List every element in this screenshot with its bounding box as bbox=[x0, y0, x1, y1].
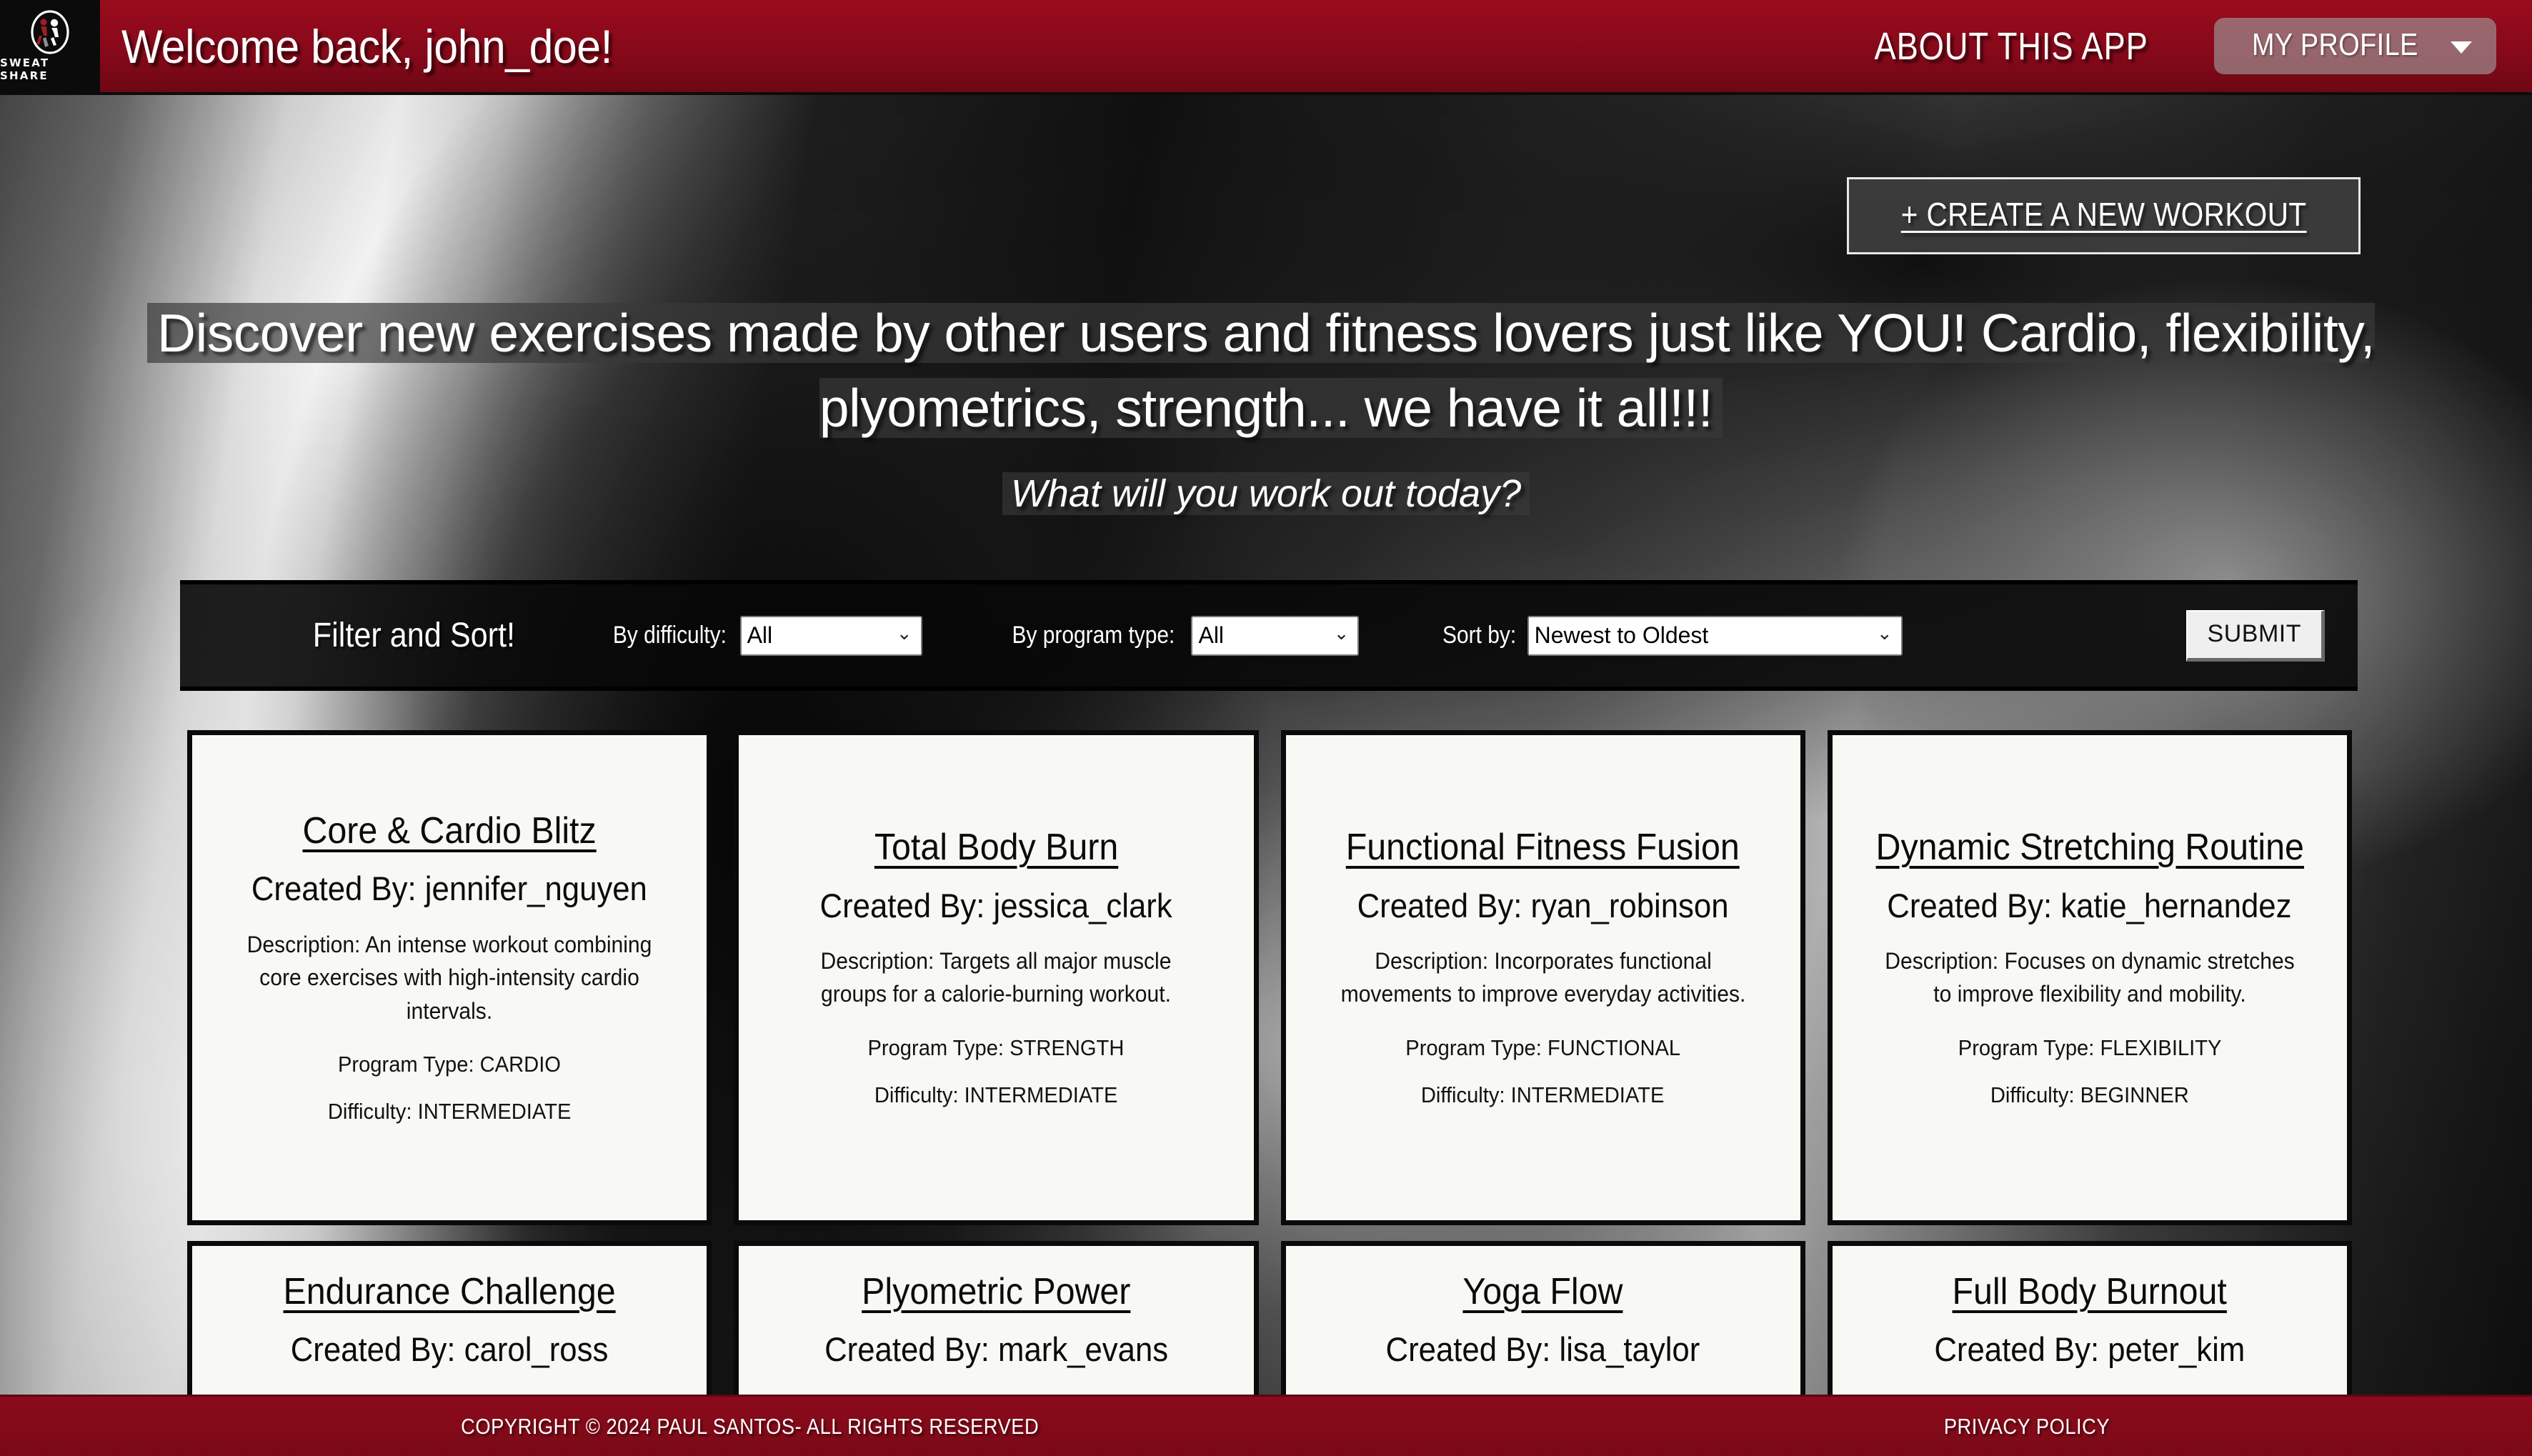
workout-program-type: Program Type: FUNCTIONAL bbox=[1405, 1034, 1681, 1060]
create-new-workout-button[interactable]: + CREATE A NEW WORKOUT bbox=[1846, 177, 2361, 254]
workout-card[interactable]: Total Body Burn Created By: jessica_clar… bbox=[734, 730, 1259, 1225]
workout-description: Description: Targets all major muscle gr… bbox=[820, 947, 1172, 1007]
workout-difficulty: Difficulty: BEGINNER bbox=[1990, 1082, 2189, 1107]
create-workout-row: + CREATE A NEW WORKOUT bbox=[0, 95, 2532, 254]
my-profile-label: MY PROFILE bbox=[2252, 27, 2419, 62]
workout-title[interactable]: Core & Cardio Blitz bbox=[303, 809, 597, 853]
workout-card[interactable]: Endurance Challenge Created By: carol_ro… bbox=[187, 1241, 712, 1395]
about-this-app-link[interactable]: ABOUT THIS APP bbox=[1875, 24, 2148, 69]
brand-name: SWEAT SHARE bbox=[0, 56, 50, 82]
workout-author: Created By: lisa_taylor bbox=[1385, 1330, 1700, 1369]
create-new-workout-label: + CREATE A NEW WORKOUT bbox=[1900, 196, 2307, 233]
workout-program-type: Program Type: STRENGTH bbox=[867, 1034, 1125, 1060]
sort-by-group: Sort by: Newest to OldestOldest to Newes… bbox=[1437, 615, 1903, 656]
workout-description: Description: An intense workout combinin… bbox=[246, 931, 652, 1024]
program-type-filter-label: By program type: bbox=[1012, 622, 1175, 649]
workout-author: Created By: jessica_clark bbox=[819, 886, 1172, 924]
workout-card[interactable]: Dynamic Stretching Routine Created By: k… bbox=[1827, 730, 2352, 1225]
workout-author: Created By: mark_evans bbox=[824, 1330, 1168, 1369]
navbar-right-group: ABOUT THIS APP MY PROFILE bbox=[1848, 18, 2532, 74]
workout-title[interactable]: Total Body Burn bbox=[874, 826, 1118, 869]
workout-author: Created By: ryan_robinson bbox=[1357, 886, 1729, 924]
workout-title[interactable]: Endurance Challenge bbox=[284, 1270, 616, 1314]
copyright-text: COPYRIGHT © 2024 PAUL SANTOS- ALL RIGHTS… bbox=[461, 1413, 1040, 1439]
hero-subtitle: What will you work out today? bbox=[1010, 472, 1522, 515]
hero-headline-wrap: Discover new exercises made by other use… bbox=[0, 296, 2532, 446]
app-page: SWEAT SHARE Welcome back, john_doe! ABOU… bbox=[0, 0, 2532, 1456]
program-type-filter-group: By program type: AllCARDIOSTRENGTHFUNCTI… bbox=[1001, 615, 1360, 656]
workout-title[interactable]: Yoga Flow bbox=[1463, 1270, 1623, 1314]
workout-description: Description: Incorporates functional mov… bbox=[1340, 947, 1745, 1007]
workout-program-type: Program Type: CARDIO bbox=[338, 1051, 562, 1077]
workout-author: Created By: jennifer_nguyen bbox=[251, 869, 648, 908]
filter-bar-title: Filter and Sort! bbox=[312, 617, 516, 654]
difficulty-filter-label: By difficulty: bbox=[612, 622, 727, 649]
page-footer: COPYRIGHT © 2024 PAUL SANTOS- ALL RIGHTS… bbox=[0, 1395, 2532, 1456]
workout-card[interactable]: Functional Fitness Fusion Created By: ry… bbox=[1280, 730, 1805, 1225]
submit-button[interactable]: SUBMIT bbox=[2185, 609, 2325, 662]
difficulty-select-wrap: AllBEGINNERINTERMEDIATEADVANCED ⌄ bbox=[739, 615, 922, 656]
workout-card[interactable]: Core & Cardio Blitz Created By: jennifer… bbox=[187, 730, 712, 1225]
hero-subtitle-wrap: What will you work out today? bbox=[0, 472, 2532, 516]
workout-author: Created By: peter_kim bbox=[1934, 1330, 2246, 1369]
workout-description: Description: Focuses on dynamic stretche… bbox=[1885, 947, 2295, 1007]
workout-title[interactable]: Full Body Burnout bbox=[1953, 1270, 2227, 1314]
workout-card[interactable]: Full Body Burnout Created By: peter_kim … bbox=[1827, 1241, 2352, 1395]
workout-description: Description: Focuses on explosive bbox=[833, 1389, 1159, 1395]
filter-and-sort-bar: Filter and Sort! By difficulty: AllBEGIN… bbox=[180, 580, 2358, 691]
difficulty-filter-group: By difficulty: AllBEGINNERINTERMEDIATEAD… bbox=[605, 615, 922, 656]
workout-program-type: Program Type: FLEXIBILITY bbox=[1958, 1034, 2222, 1060]
program-type-select[interactable]: AllCARDIOSTRENGTHFUNCTIONALFLEXIBILITY bbox=[1191, 615, 1360, 656]
privacy-policy-link[interactable]: PRIVACY POLICY bbox=[1944, 1414, 2110, 1440]
welcome-message: Welcome back, john_doe! bbox=[121, 19, 612, 73]
program-type-select-wrap: AllCARDIOSTRENGTHFUNCTIONALFLEXIBILITY ⌄ bbox=[1191, 615, 1360, 656]
chevron-down-icon bbox=[2451, 41, 2472, 54]
sort-by-select-wrap: Newest to OldestOldest to Newest ⌄ bbox=[1527, 615, 1903, 656]
workout-title[interactable]: Plyometric Power bbox=[862, 1270, 1130, 1314]
brand-logo[interactable]: SWEAT SHARE bbox=[0, 0, 100, 94]
hero-section: + CREATE A NEW WORKOUT Discover new exer… bbox=[0, 95, 2532, 516]
workout-card-grid: Core & Cardio Blitz Created By: jennifer… bbox=[187, 730, 2352, 1395]
difficulty-select[interactable]: AllBEGINNERINTERMEDIATEADVANCED bbox=[739, 615, 922, 656]
workout-author: Created By: katie_hernandez bbox=[1887, 886, 2292, 924]
workout-author: Created By: carol_ross bbox=[290, 1330, 609, 1369]
my-profile-dropdown-button[interactable]: MY PROFILE bbox=[2214, 18, 2496, 74]
sweat-share-runner-badge-icon bbox=[28, 10, 72, 54]
workout-card[interactable]: Yoga Flow Created By: lisa_taylor bbox=[1280, 1241, 1805, 1395]
hero-headline: Discover new exercises made by other use… bbox=[156, 303, 2376, 438]
workout-difficulty: Difficulty: INTERMEDIATE bbox=[1421, 1082, 1665, 1107]
workout-title[interactable]: Dynamic Stretching Routine bbox=[1875, 826, 2303, 869]
workout-card[interactable]: Plyometric Power Created By: mark_evans … bbox=[734, 1241, 1259, 1395]
workout-title[interactable]: Functional Fitness Fusion bbox=[1346, 826, 1740, 869]
workout-description: Description: A high-intensity workout bbox=[1917, 1389, 2262, 1395]
sort-by-select[interactable]: Newest to OldestOldest to Newest bbox=[1527, 615, 1903, 656]
sort-by-label: Sort by: bbox=[1442, 622, 1517, 649]
workout-difficulty: Difficulty: INTERMEDIATE bbox=[327, 1098, 572, 1124]
workout-difficulty: Difficulty: INTERMEDIATE bbox=[874, 1082, 1118, 1107]
top-navbar: SWEAT SHARE Welcome back, john_doe! ABOU… bbox=[0, 0, 2532, 95]
